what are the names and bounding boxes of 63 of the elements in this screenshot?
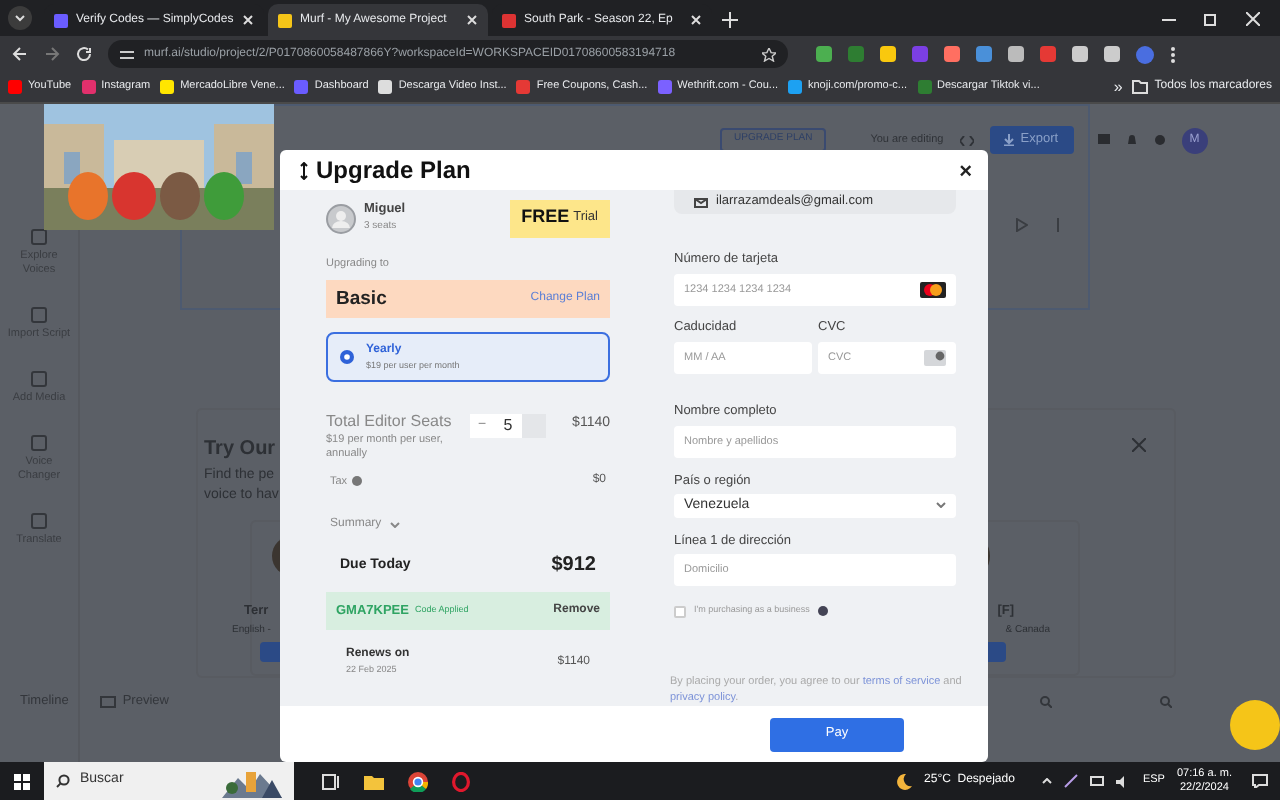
comment-icon[interactable]: [1097, 134, 1110, 146]
preview-icon: [100, 695, 117, 708]
start-icon[interactable]: [14, 773, 30, 789]
due-amount: $912: [551, 552, 596, 581]
new-tab-icon[interactable]: [722, 12, 738, 28]
forward-icon[interactable]: [44, 46, 60, 62]
sidebar-icon: [30, 370, 48, 388]
tab-favicon-icon: [54, 13, 68, 27]
bell-icon[interactable]: [1125, 134, 1138, 146]
bookmark-favicon-icon: [788, 80, 802, 94]
chat-button[interactable]: [1230, 700, 1280, 750]
avatar-icon: [326, 203, 356, 233]
chrome-icon[interactable]: [408, 771, 428, 791]
info-icon: [351, 476, 362, 487]
business-checkbox[interactable]: [674, 605, 686, 618]
download-icon: [1004, 134, 1015, 146]
back-icon[interactable]: [12, 46, 28, 62]
info-icon: [817, 606, 828, 617]
tab-favicon-icon: [278, 13, 292, 27]
card-brand-icon: [920, 282, 946, 299]
bookmark-favicon-icon: [294, 80, 309, 94]
sidebar-icon: [30, 434, 48, 452]
folder-icon: [1132, 80, 1149, 94]
moon-icon: [896, 773, 913, 789]
sort-icon: [300, 161, 308, 179]
task-view-icon[interactable]: [322, 773, 340, 789]
bookmark-favicon-icon: [516, 80, 531, 94]
opera-icon[interactable]: [452, 771, 470, 791]
chevron-up-icon[interactable]: [1042, 778, 1053, 784]
bookmark-favicon-icon: [378, 80, 393, 94]
radio-icon: [340, 350, 354, 365]
tab-search-icon[interactable]: [8, 6, 32, 30]
tab-favicon-icon: [502, 13, 516, 27]
notifications-icon[interactable]: [1252, 774, 1268, 788]
search-icon: [56, 774, 70, 788]
bookmark-favicon-icon: [657, 80, 672, 94]
seats-title: Total Editor Seats: [326, 410, 454, 434]
bookmark-favicon-icon: [160, 80, 175, 94]
chevron-down-icon: [389, 522, 400, 529]
bookmark-favicon-icon: [81, 80, 96, 94]
close-button[interactable]: ×: [959, 156, 972, 189]
seat-count-field[interactable]: 5: [494, 414, 522, 439]
code-icon[interactable]: [959, 135, 974, 145]
sidebar-icon: [30, 228, 48, 246]
site-settings-icon[interactable]: [120, 47, 134, 61]
menu-icon[interactable]: [1170, 45, 1176, 63]
cvc-card-icon: [924, 349, 946, 366]
sidebar-icon: [30, 512, 48, 530]
reload-icon[interactable]: [76, 46, 92, 62]
dialog-title: Upgrade Plan: [316, 154, 471, 188]
network-icon[interactable]: [1090, 775, 1105, 787]
profile-avatar-icon[interactable]: [1136, 45, 1154, 63]
bookmark-favicon-icon: [917, 80, 932, 94]
plan-name: Basic: [336, 285, 387, 314]
mail-icon: [694, 197, 708, 208]
folder-icon[interactable]: [364, 773, 384, 789]
pen-icon[interactable]: [1064, 774, 1079, 788]
restore-icon[interactable]: [1204, 12, 1218, 26]
star-icon[interactable]: [762, 47, 776, 61]
bookmark-favicon-icon: [8, 80, 22, 94]
sidebar-icon: [30, 306, 48, 324]
more-bookmarks-button[interactable]: »: [1113, 75, 1123, 99]
chevron-down-icon: [936, 502, 946, 509]
